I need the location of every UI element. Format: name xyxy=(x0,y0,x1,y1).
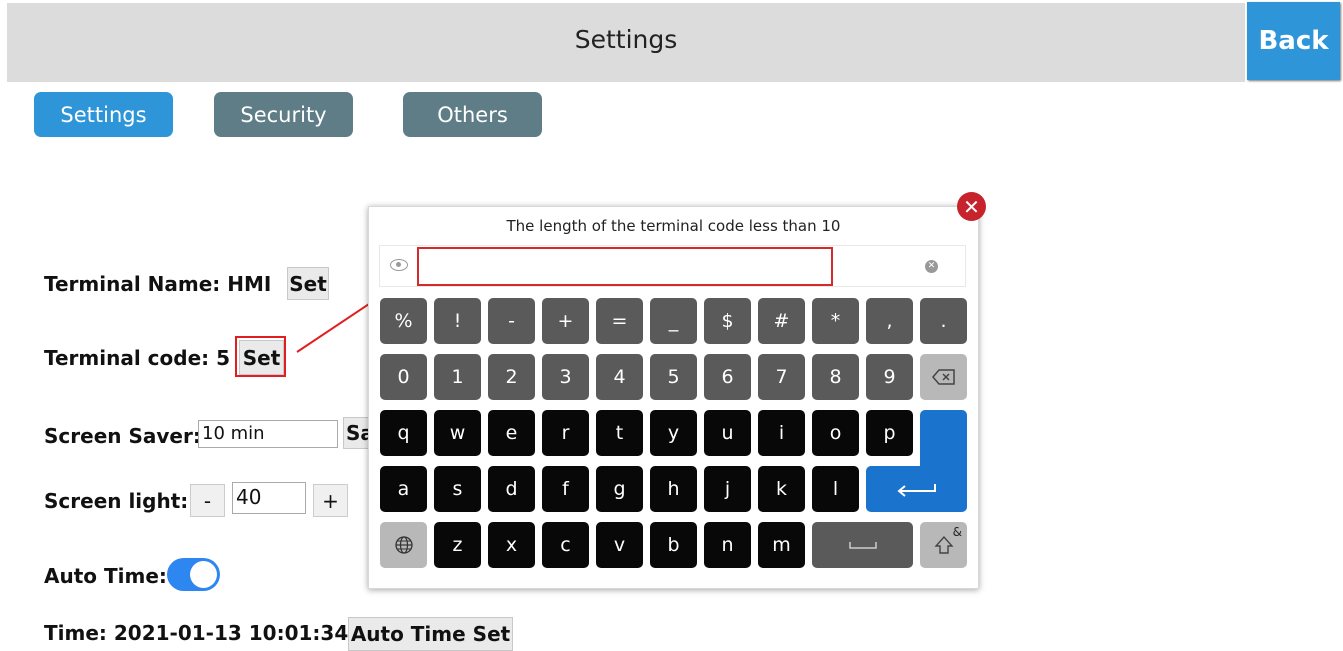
key-symbol[interactable]: ! xyxy=(434,298,481,344)
key-letter[interactable]: h xyxy=(650,466,697,512)
key-letter[interactable]: s xyxy=(434,466,481,512)
key-letter[interactable]: o xyxy=(812,410,859,456)
key-digit[interactable]: 2 xyxy=(488,354,535,400)
key-letter[interactable]: u xyxy=(704,410,751,456)
key-symbol[interactable]: % xyxy=(380,298,427,344)
key-letter[interactable]: i xyxy=(758,410,805,456)
key-digit[interactable]: 6 xyxy=(704,354,751,400)
key-digit[interactable]: 9 xyxy=(866,354,913,400)
key-symbol[interactable]: _ xyxy=(650,298,697,344)
key-letter[interactable]: e xyxy=(488,410,535,456)
space-key[interactable] xyxy=(812,522,913,568)
key-letter[interactable]: p xyxy=(866,410,913,456)
key-letter[interactable]: g xyxy=(596,466,643,512)
key-letter[interactable]: w xyxy=(434,410,481,456)
enter-icon[interactable] xyxy=(866,466,967,512)
key-letter[interactable]: v xyxy=(596,522,643,568)
keyboard-title: The length of the terminal code less tha… xyxy=(506,217,841,235)
eye-icon[interactable] xyxy=(390,259,408,271)
clear-icon[interactable]: ✕ xyxy=(925,260,938,273)
close-icon[interactable]: ✕ xyxy=(957,192,986,221)
key-letter[interactable]: q xyxy=(380,410,427,456)
backspace-icon[interactable] xyxy=(920,354,967,400)
key-symbol[interactable]: - xyxy=(488,298,535,344)
key-letter[interactable]: t xyxy=(596,410,643,456)
key-digit[interactable]: 1 xyxy=(434,354,481,400)
key-letter[interactable]: y xyxy=(650,410,697,456)
key-symbol[interactable]: + xyxy=(542,298,589,344)
keyboard-input[interactable] xyxy=(417,247,833,286)
key-letter[interactable]: x xyxy=(488,522,535,568)
enter-key-upper[interactable] xyxy=(920,410,967,466)
virtual-keyboard: The length of the terminal code less tha… xyxy=(368,206,979,589)
key-letter[interactable]: z xyxy=(434,522,481,568)
key-letter[interactable]: j xyxy=(704,466,751,512)
key-letter[interactable]: l xyxy=(812,466,859,512)
key-letter[interactable]: c xyxy=(542,522,589,568)
globe-icon[interactable] xyxy=(380,522,427,568)
key-letter[interactable]: n xyxy=(704,522,751,568)
key-letter[interactable]: r xyxy=(542,410,589,456)
key-digit[interactable]: 0 xyxy=(380,354,427,400)
key-letter[interactable]: k xyxy=(758,466,805,512)
key-digit[interactable]: 8 xyxy=(812,354,859,400)
key-symbol[interactable]: $ xyxy=(704,298,751,344)
key-digit[interactable]: 3 xyxy=(542,354,589,400)
key-digit[interactable]: 7 xyxy=(758,354,805,400)
shift-symbol: & xyxy=(952,525,962,539)
key-digit[interactable]: 5 xyxy=(650,354,697,400)
shift-icon[interactable]: & xyxy=(920,522,967,568)
key-letter[interactable]: d xyxy=(488,466,535,512)
key-letter[interactable]: a xyxy=(380,466,427,512)
key-letter[interactable]: f xyxy=(542,466,589,512)
key-letter[interactable]: b xyxy=(650,522,697,568)
key-letter[interactable]: m xyxy=(758,522,805,568)
key-symbol[interactable]: * xyxy=(812,298,859,344)
key-symbol[interactable]: = xyxy=(596,298,643,344)
key-symbol[interactable]: # xyxy=(758,298,805,344)
key-digit[interactable]: 4 xyxy=(596,354,643,400)
key-symbol[interactable]: , xyxy=(866,298,913,344)
key-symbol[interactable]: . xyxy=(920,298,967,344)
